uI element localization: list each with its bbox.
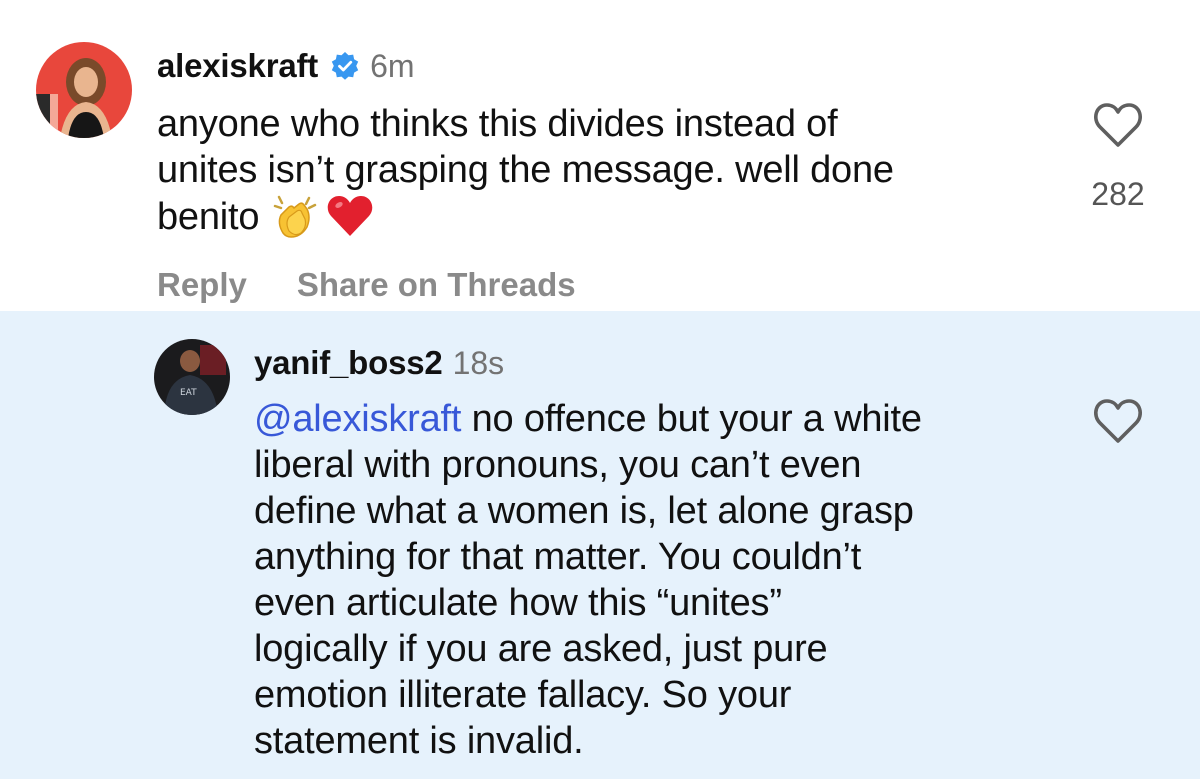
reply-line: define what a women is, let alone grasp xyxy=(254,490,914,532)
timestamp: 18s xyxy=(452,344,505,381)
reply-line: anything for that matter. You couldn’t xyxy=(254,536,862,578)
reply-line: logically if you are asked, just pure xyxy=(254,628,828,670)
verified-badge-icon xyxy=(330,51,360,81)
avatar[interactable]: EAT xyxy=(154,339,230,415)
like-count: 282 xyxy=(1091,176,1145,212)
share-on-threads-button[interactable]: Share on Threads xyxy=(297,266,576,304)
heart-outline-icon[interactable] xyxy=(1092,101,1144,149)
reply-button[interactable]: Reply xyxy=(157,266,247,304)
reply-line: statement is invalid. xyxy=(254,720,584,762)
emoji-group xyxy=(271,193,375,250)
username[interactable]: yanif_boss2 xyxy=(254,344,443,382)
comment-line-with-emoji: benito xyxy=(157,193,1057,250)
reply-header: yanif_boss2 18s xyxy=(254,341,504,385)
reply-text: @alexiskraft no offence but your a white… xyxy=(254,396,1054,764)
avatar-image xyxy=(36,42,132,138)
mention-link[interactable]: @alexiskraft xyxy=(254,398,461,440)
comment-line: unites isn’t grasping the message. well … xyxy=(157,149,894,191)
avatar-image: EAT xyxy=(154,339,230,415)
reply-line-rest: no offence but your a white xyxy=(461,398,922,440)
reply-line: @alexiskraft no offence but your a white xyxy=(254,396,1054,442)
timestamp: 6m xyxy=(370,47,415,84)
red-heart-icon xyxy=(325,193,375,250)
avatar[interactable] xyxy=(36,42,132,138)
comment-header: alexiskraft 6m xyxy=(157,44,415,88)
reply-line: even articulate how this “unites” xyxy=(254,582,782,624)
comment-line: benito xyxy=(157,196,260,238)
comments-thread: alexiskraft 6m anyone who thinks this di… xyxy=(0,0,1200,779)
reply-line: liberal with pronouns, you can’t even xyxy=(254,444,862,486)
username[interactable]: alexiskraft xyxy=(157,47,318,85)
reply-line: emotion illiterate fallacy. So your xyxy=(254,674,792,716)
heart-outline-icon[interactable] xyxy=(1092,397,1144,445)
comment: alexiskraft 6m anyone who thinks this di… xyxy=(0,0,1200,311)
clapping-hands-icon xyxy=(271,193,319,250)
comment-text: anyone who thinks this divides instead o… xyxy=(157,101,1057,250)
comment-actions: Reply Share on Threads xyxy=(157,266,576,304)
comment-line: anyone who thinks this divides instead o… xyxy=(157,103,838,145)
avatar-text: EAT xyxy=(180,388,197,398)
